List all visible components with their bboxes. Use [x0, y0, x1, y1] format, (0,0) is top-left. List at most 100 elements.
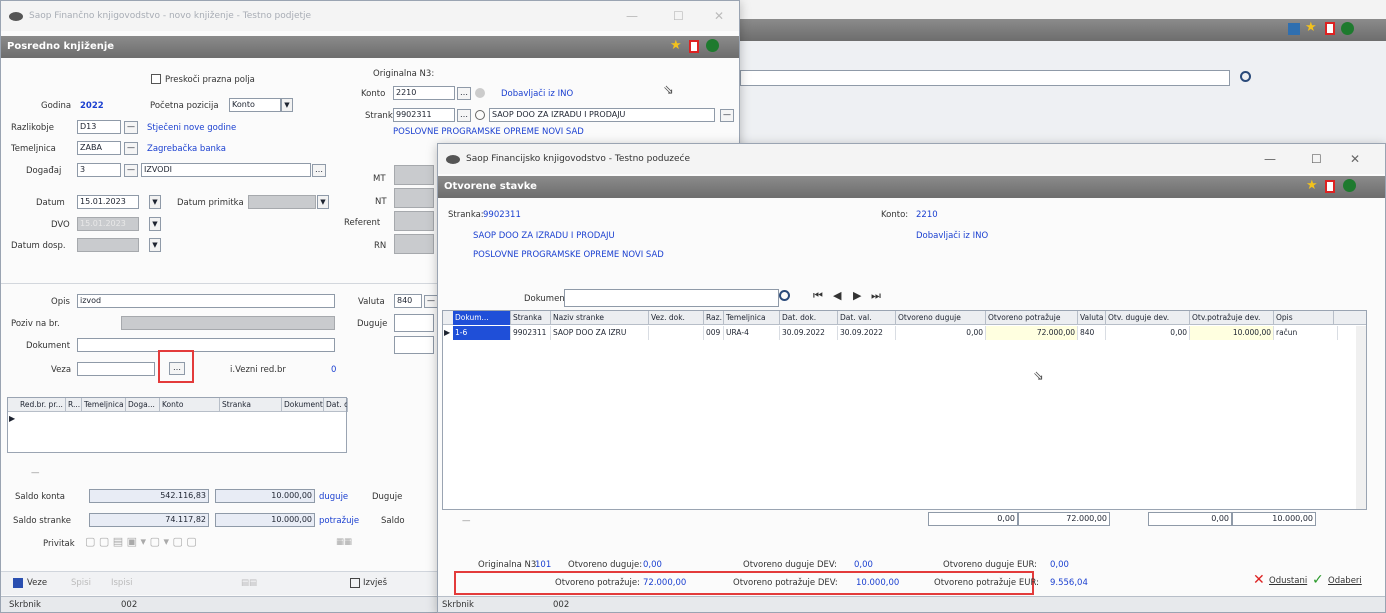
- link-field[interactable]: [77, 362, 155, 376]
- pdf-icon[interactable]: [1325, 180, 1335, 193]
- column-header[interactable]: Konto: [160, 398, 220, 412]
- konto-browse-button[interactable]: …: [457, 87, 471, 100]
- table-cell[interactable]: 1-6: [453, 326, 511, 340]
- column-header[interactable]: Stranka: [511, 311, 551, 325]
- cancel-button[interactable]: Odustani: [1269, 576, 1307, 586]
- column-header[interactable]: Dat. dok.: [324, 398, 348, 412]
- event-browse-button[interactable]: …: [312, 164, 326, 177]
- party-lookup-button[interactable]: —: [720, 109, 734, 122]
- pdf-icon[interactable]: [689, 40, 699, 53]
- event-field[interactable]: 3: [77, 163, 121, 177]
- print-icon[interactable]: ▤▤: [241, 578, 257, 588]
- table-cell[interactable]: 0,00: [896, 326, 986, 340]
- background-search-field[interactable]: [740, 70, 1230, 86]
- table-cell[interactable]: 72.000,00: [986, 326, 1078, 340]
- currency-field[interactable]: 840: [394, 294, 422, 308]
- column-header[interactable]: Dat. dok.: [780, 311, 838, 325]
- column-header[interactable]: Dokum...: [453, 311, 511, 325]
- currency-lookup-button[interactable]: —: [424, 295, 438, 308]
- table-cell[interactable]: 9902311: [511, 326, 551, 340]
- export-icon[interactable]: [1341, 22, 1354, 35]
- first-record-icon[interactable]: ⏮: [813, 289, 823, 303]
- next-record-icon[interactable]: ▶: [853, 289, 861, 302]
- skip-empty-checkbox[interactable]: [151, 74, 161, 84]
- table-cell[interactable]: 009: [704, 326, 724, 340]
- table-cell[interactable]: URA-4: [724, 326, 780, 340]
- report-icon[interactable]: [350, 578, 360, 588]
- column-header[interactable]: Vez. dok.: [649, 311, 704, 325]
- basis-lookup-button[interactable]: —: [124, 142, 138, 155]
- table-cell[interactable]: 30.09.2022: [838, 326, 896, 340]
- table-cell[interactable]: 10.000,00: [1190, 326, 1274, 340]
- search-icon[interactable]: [1240, 71, 1251, 82]
- breakdown-field[interactable]: D13: [77, 120, 121, 134]
- breakdown-lookup-button[interactable]: —: [124, 121, 138, 134]
- desc-field[interactable]: izvod: [77, 294, 335, 308]
- export-icon[interactable]: [706, 39, 719, 52]
- table-cell[interactable]: SAOP DOO ZA IZRU: [551, 326, 649, 340]
- postings-grid[interactable]: Red.br. pr... R... Temeljnica Doga... Ko…: [7, 397, 348, 453]
- column-header[interactable]: Naziv stranke: [551, 311, 649, 325]
- date-field[interactable]: 15.01.2023: [77, 195, 139, 209]
- column-header[interactable]: Stranka: [220, 398, 282, 412]
- table-cell[interactable]: [649, 326, 704, 340]
- prev-record-icon[interactable]: ◀: [833, 289, 841, 302]
- table-icon[interactable]: ▦▦: [336, 537, 352, 547]
- column-header[interactable]: Temeljnica: [82, 398, 126, 412]
- column-header[interactable]: Raz.: [704, 311, 724, 325]
- column-header[interactable]: Dokument: [282, 398, 324, 412]
- table-cell[interactable]: 840: [1078, 326, 1106, 340]
- check-icon[interactable]: ✓: [1312, 572, 1324, 588]
- star-icon[interactable]: ★: [670, 38, 682, 53]
- column-header[interactable]: Dat. val.: [838, 311, 896, 325]
- calendar-icon[interactable]: [1288, 23, 1300, 35]
- close-icon[interactable]: ✕: [714, 9, 724, 23]
- column-header[interactable]: Otvoreno potražuje: [986, 311, 1078, 325]
- close-icon[interactable]: ✕: [1253, 572, 1265, 588]
- minimize-icon[interactable]: —: [1264, 152, 1276, 166]
- party-browse-button[interactable]: …: [457, 109, 471, 122]
- star-icon[interactable]: ★: [1306, 178, 1318, 193]
- collapse-handle[interactable]: —: [31, 468, 40, 478]
- search-icon[interactable]: [779, 290, 790, 301]
- debit-field[interactable]: [394, 314, 434, 332]
- table-cell[interactable]: 0,00: [1106, 326, 1190, 340]
- table-row[interactable]: ▶ 1-6 9902311 SAOP DOO ZA IZRU 009 URA-4…: [443, 326, 1338, 341]
- dialog-document-field[interactable]: [564, 289, 779, 307]
- collapse-handle[interactable]: —: [462, 516, 471, 526]
- pdf-icon[interactable]: [1325, 22, 1335, 35]
- links-icon[interactable]: [13, 578, 23, 588]
- column-header[interactable]: Valuta: [1078, 311, 1106, 325]
- table-cell[interactable]: 30.09.2022: [780, 326, 838, 340]
- open-items-grid[interactable]: Dokum... Stranka Naziv stranke Vez. dok.…: [442, 310, 1367, 510]
- last-record-icon[interactable]: ⏭: [871, 289, 881, 303]
- izvjes-button[interactable]: Izvješ: [363, 578, 387, 588]
- vertical-scrollbar[interactable]: [1356, 326, 1366, 509]
- spisi-button[interactable]: Spisi: [71, 578, 91, 588]
- column-header[interactable]: Temeljnica: [724, 311, 780, 325]
- column-header[interactable]: Otv.potražuje dev.: [1190, 311, 1274, 325]
- event-desc-field[interactable]: IZVODI: [141, 163, 311, 177]
- basis-field[interactable]: ZABA: [77, 141, 121, 155]
- minimize-icon[interactable]: —: [626, 9, 638, 23]
- column-header[interactable]: Opis: [1274, 311, 1334, 325]
- export-icon[interactable]: [1343, 179, 1356, 192]
- debit-field-2[interactable]: [394, 336, 434, 354]
- attach-toolbar[interactable]: ▢ ▢ ▤ ▣ ▾ ▢ ▾ ▢ ▢: [85, 535, 265, 551]
- party-field[interactable]: 9902311: [393, 108, 455, 122]
- column-header[interactable]: Otv. duguje dev.: [1106, 311, 1190, 325]
- party-name-field[interactable]: SAOP DOO ZA IZRADU I PRODAJU: [489, 108, 715, 122]
- maximize-icon[interactable]: ☐: [673, 9, 684, 23]
- select-button[interactable]: Odaberi: [1328, 576, 1362, 586]
- star-icon[interactable]: ★: [1305, 20, 1317, 35]
- column-header[interactable]: Red.br. pr...: [18, 398, 66, 412]
- start-position-select[interactable]: Konto: [229, 98, 281, 112]
- close-icon[interactable]: ✕: [1350, 152, 1360, 166]
- konto-field[interactable]: 2210: [393, 86, 455, 100]
- event-lookup-button[interactable]: —: [124, 164, 138, 177]
- veze-button[interactable]: Veze: [27, 578, 47, 588]
- chevron-down-icon[interactable]: ▼: [281, 98, 293, 112]
- column-header[interactable]: Otvoreno duguje: [896, 311, 986, 325]
- chevron-down-icon[interactable]: ▼: [149, 195, 161, 209]
- column-header[interactable]: R...: [66, 398, 82, 412]
